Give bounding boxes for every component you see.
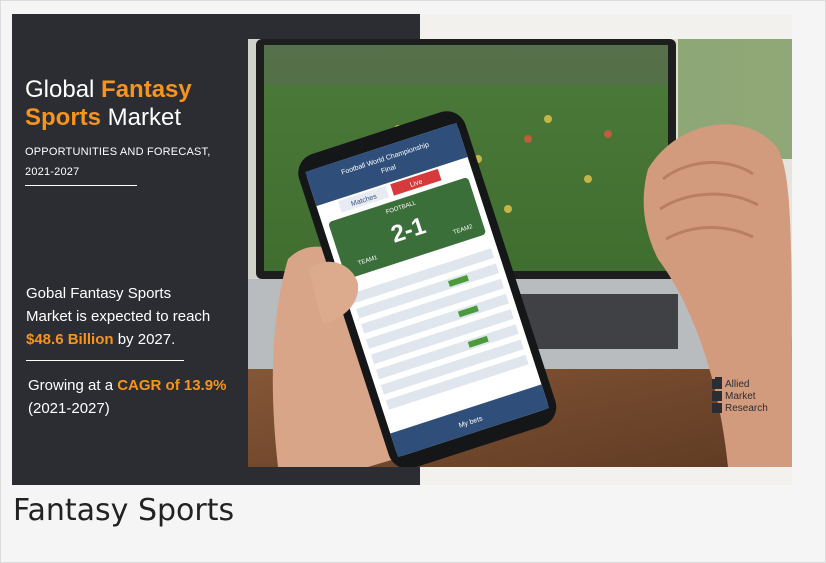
banner-subtitle: OPPORTUNITIES AND FORECAST, 2021-2027 xyxy=(25,142,245,182)
image-caption: Fantasy Sports xyxy=(13,493,235,528)
expect-line-2: Market is expected to reach xyxy=(26,308,211,325)
growth-period: (2021-2027) xyxy=(28,400,110,417)
cagr-statement: Growing at a CAGR of 13.9% (2021-2027) xyxy=(28,374,258,420)
subtitle-line-2: 2021-2027 xyxy=(25,166,80,178)
expect-tail: by 2027. xyxy=(113,331,176,348)
divider-bottom xyxy=(26,360,184,361)
article-card: Global Fantasy Sports Market OPPORTUNITIE… xyxy=(0,0,826,563)
market-value: $48.6 Billion xyxy=(26,331,114,348)
growth-prefix: Growing at a xyxy=(28,377,118,394)
subtitle-line-1: OPPORTUNITIES AND FORECAST, xyxy=(25,146,211,158)
logo-line-3: Research xyxy=(725,403,768,414)
expect-line-1: Gobal Fantasy Sports xyxy=(26,285,172,302)
title-part-1: Global xyxy=(25,76,102,103)
infographic-banner: Global Fantasy Sports Market OPPORTUNITIE… xyxy=(12,14,792,485)
hero-photo: Football World Championship Final Matche… xyxy=(248,39,792,467)
phone-photo-illustration: Football World Championship Final Matche… xyxy=(248,39,792,467)
banner-title: Global Fantasy Sports Market xyxy=(25,76,255,132)
title-part-2: Market xyxy=(101,104,182,131)
logo-mark: Allied Market Research xyxy=(712,377,768,414)
market-size-statement: Gobal Fantasy Sports Market is expected … xyxy=(26,282,256,351)
allied-market-research-logo: Allied Market Research xyxy=(712,377,786,415)
logo-line-2: Market xyxy=(725,391,756,402)
cagr-value: CAGR of 13.9% xyxy=(117,377,227,394)
title-highlight-2: Sports xyxy=(25,104,102,131)
title-highlight-1: Fantasy xyxy=(101,76,192,103)
divider-top xyxy=(25,185,137,186)
logo-line-1: Allied xyxy=(725,379,749,390)
